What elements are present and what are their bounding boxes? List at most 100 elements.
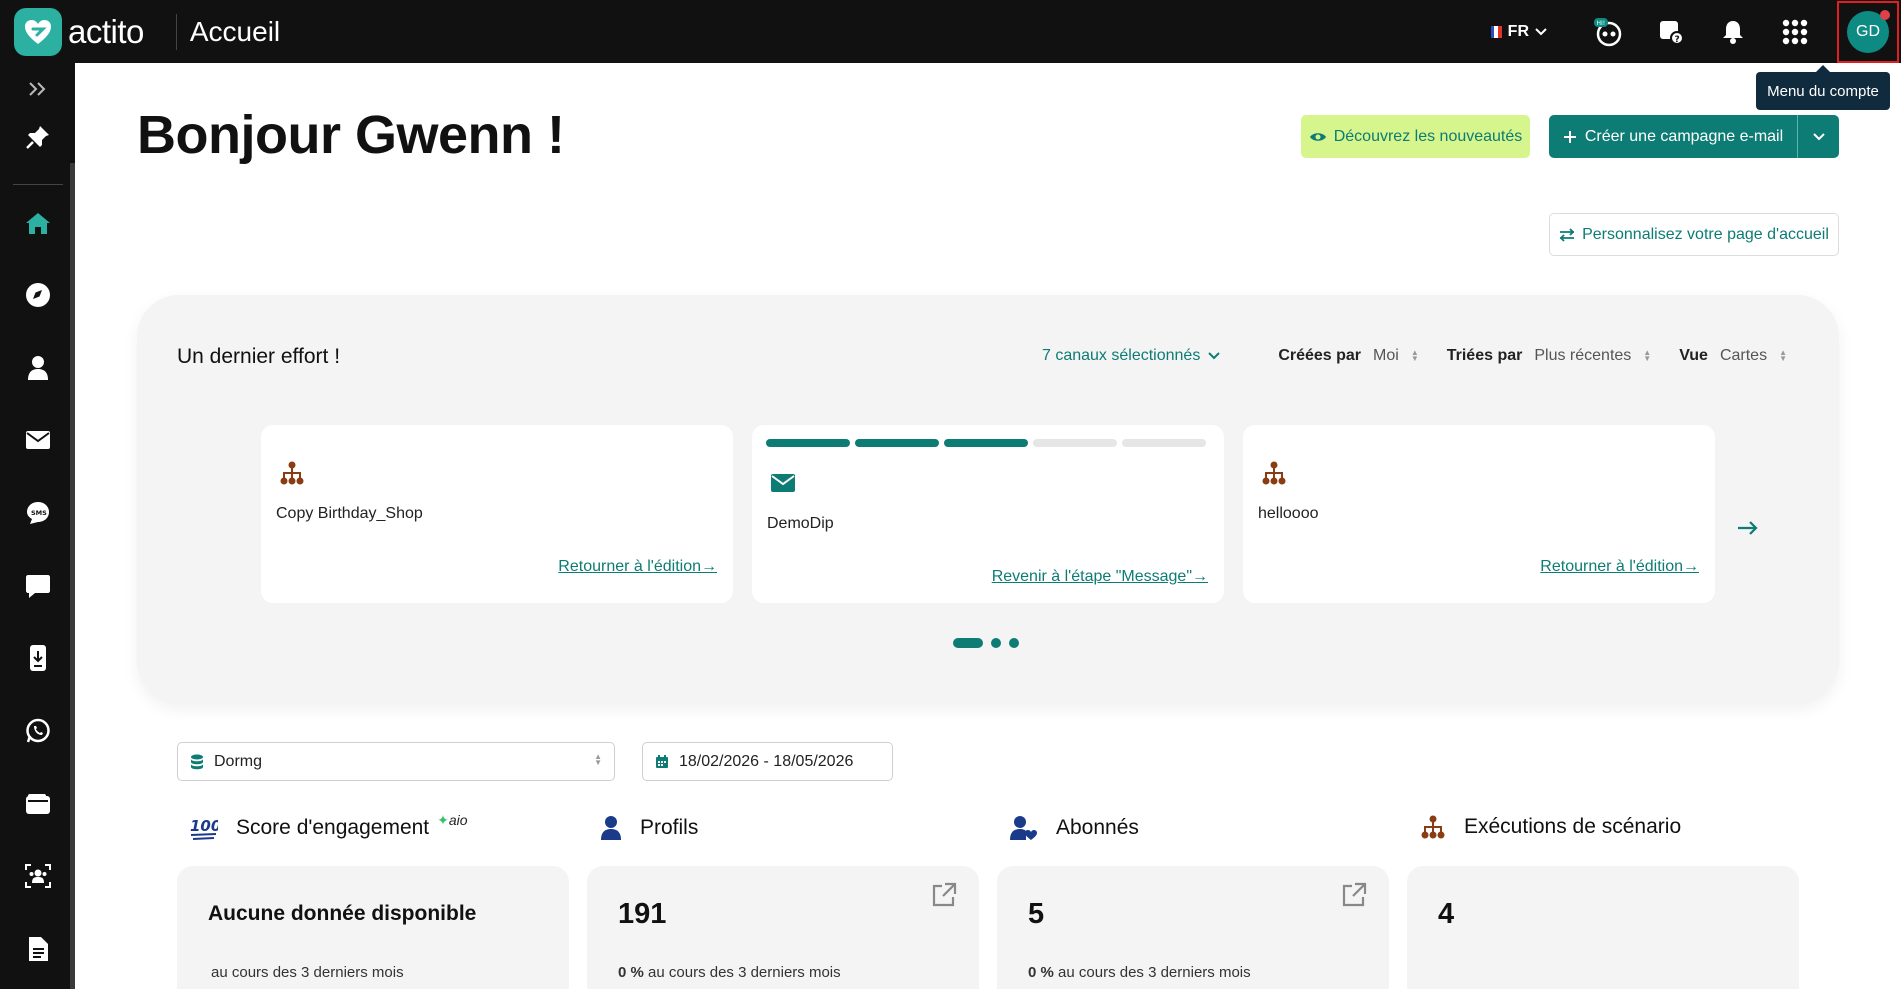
carousel-dot[interactable] bbox=[991, 638, 1001, 648]
effort-card[interactable]: helloooo Retourner à l'édition→ bbox=[1243, 425, 1715, 603]
created-by-label: Créées par bbox=[1278, 347, 1362, 364]
email-icon bbox=[771, 474, 795, 492]
effort-card-name: DemoDip bbox=[767, 515, 834, 532]
whatsapp-icon bbox=[25, 718, 50, 743]
language-label: FR bbox=[1507, 22, 1529, 40]
scenario-icon bbox=[280, 461, 304, 485]
apps-grid-icon[interactable] bbox=[1775, 12, 1815, 52]
scenario-executions-count: 4 bbox=[1438, 898, 1455, 930]
subscribers-title: Abonnés bbox=[1056, 816, 1139, 839]
sidebar-item-mobile-push[interactable] bbox=[0, 634, 75, 682]
arrow-right-icon[interactable] bbox=[1737, 520, 1759, 536]
sidebar-item-sms[interactable]: SMS bbox=[0, 489, 75, 537]
effort-filters: 7 canaux sélectionnés Créées par Moi ▲ ▼ T… bbox=[1042, 347, 1787, 365]
sidebar-item-chat[interactable] bbox=[0, 562, 75, 610]
discover-news-button[interactable]: Découvrez les nouveautés bbox=[1301, 115, 1530, 158]
sidebar-item-audience[interactable] bbox=[0, 852, 75, 900]
sidebar-item-pin[interactable] bbox=[0, 113, 75, 161]
notification-dot bbox=[1880, 9, 1890, 20]
database-select-value: Dormg bbox=[214, 752, 263, 770]
sidebar-separator bbox=[13, 184, 63, 185]
effort-card[interactable]: DemoDip Revenir à l'étape "Message"→ bbox=[752, 425, 1224, 603]
page-title: Accueil bbox=[189, 15, 281, 47]
date-range-value: 18/02/2026 - 18/05/2026 bbox=[679, 752, 854, 770]
person-icon bbox=[601, 816, 621, 840]
sidebar-item-profiles[interactable] bbox=[0, 344, 75, 392]
create-email-campaign-label: Créer une campagne e-mail bbox=[1584, 127, 1784, 145]
svg-text:100: 100 bbox=[190, 817, 218, 835]
chat-bubble-icon bbox=[25, 575, 50, 598]
external-link-icon[interactable] bbox=[931, 882, 957, 908]
carousel-dot-active[interactable] bbox=[953, 638, 983, 648]
channels-filter[interactable]: 7 canaux sélectionnés bbox=[1041, 347, 1221, 365]
eye-icon bbox=[1309, 132, 1326, 141]
sorted-by-filter[interactable]: Triées par Plus récentes ▲ ▼ bbox=[1447, 347, 1651, 365]
engagement-no-data: Aucune donnée disponible bbox=[208, 902, 477, 925]
person-heart-icon bbox=[1010, 816, 1037, 840]
bot-hi-icon[interactable]: HI! bbox=[1589, 12, 1629, 52]
database-select[interactable]: Dormg ▲ ▼ bbox=[177, 742, 615, 781]
sidebar-item-explore[interactable] bbox=[0, 271, 75, 319]
sort-updown-icon: ▲ ▼ bbox=[1410, 348, 1419, 363]
engagement-score-card: Aucune donnée disponible au cours des 3 … bbox=[177, 866, 569, 989]
pin-icon bbox=[25, 126, 49, 149]
scenario-executions-header: Exécutions de scénario bbox=[1420, 815, 1681, 839]
sidebar-item-whatsapp[interactable] bbox=[0, 707, 75, 755]
database-icon bbox=[191, 754, 203, 769]
subscribers-count: 5 bbox=[1028, 898, 1045, 930]
sort-updown-icon: ▲ ▼ bbox=[1643, 348, 1652, 363]
channels-filter-label: 7 canaux sélectionnés bbox=[1041, 347, 1201, 364]
effort-card-link[interactable]: Revenir à l'étape "Message"→ bbox=[992, 568, 1208, 586]
envelope-icon bbox=[25, 431, 50, 449]
progress-step-done bbox=[944, 439, 1028, 447]
bell-icon[interactable] bbox=[1713, 12, 1753, 52]
logo-heart-icon bbox=[14, 7, 62, 56]
sidebar-expand[interactable] bbox=[0, 65, 75, 113]
audience-scan-icon bbox=[24, 864, 51, 888]
help-chat-icon[interactable]: ? bbox=[1651, 12, 1691, 52]
view-value: Cartes bbox=[1719, 347, 1768, 364]
avatar-initials: GD bbox=[1856, 22, 1880, 40]
created-by-filter[interactable]: Créées par Moi ▲ ▼ bbox=[1278, 347, 1418, 365]
logo-text: actito bbox=[68, 12, 144, 50]
compass-icon bbox=[25, 283, 50, 307]
calendar-icon bbox=[656, 755, 668, 768]
view-filter[interactable]: Vue Cartes ▲ ▼ bbox=[1679, 347, 1787, 365]
external-link-icon[interactable] bbox=[1341, 882, 1367, 908]
carousel-dot[interactable] bbox=[1009, 638, 1019, 648]
subscribers-trend: 0 % au cours des 3 derniers mois bbox=[1028, 964, 1251, 981]
engagement-score-title: Score d'engagement bbox=[236, 816, 430, 839]
sidebar-item-home[interactable] bbox=[0, 199, 75, 247]
carousel-pagination bbox=[953, 638, 1019, 648]
effort-card-link[interactable]: Retourner à l'édition→ bbox=[558, 558, 717, 576]
effort-card-name: Copy Birthday_Shop bbox=[276, 505, 423, 522]
create-email-campaign-button[interactable]: Créer une campagne e-mail bbox=[1549, 115, 1839, 158]
document-icon bbox=[28, 937, 48, 961]
effort-card-link[interactable]: Retourner à l'édition→ bbox=[1540, 558, 1699, 576]
language-selector[interactable]: FR bbox=[1490, 22, 1547, 41]
effort-card[interactable]: Copy Birthday_Shop Retourner à l'édition… bbox=[261, 425, 733, 603]
subscribers-trend-period: au cours des 3 derniers mois bbox=[1058, 964, 1251, 981]
customize-homepage-button[interactable]: Personnalisez votre page d'accueil bbox=[1549, 213, 1839, 256]
wallet-icon bbox=[25, 794, 50, 814]
account-menu-button[interactable]: GD bbox=[1837, 0, 1899, 63]
sidebar-item-documents[interactable] bbox=[0, 925, 75, 973]
date-range-picker[interactable]: 18/02/2026 - 18/05/2026 bbox=[642, 742, 893, 781]
sidebar-item-email[interactable] bbox=[0, 416, 75, 464]
create-email-campaign-main[interactable]: Créer une campagne e-mail bbox=[1549, 115, 1797, 158]
profiles-trend-period: au cours des 3 derniers mois bbox=[648, 964, 841, 981]
sliders-icon bbox=[1559, 227, 1575, 242]
profiles-header: Profils bbox=[600, 815, 698, 841]
actito-logo[interactable]: actito bbox=[14, 7, 144, 56]
effort-card-name: helloooo bbox=[1258, 505, 1319, 522]
account-menu-tooltip: Menu du compte bbox=[1756, 65, 1890, 110]
create-campaign-dropdown[interactable] bbox=[1797, 115, 1839, 158]
view-label: Vue bbox=[1679, 347, 1708, 364]
plus-icon bbox=[1563, 130, 1576, 143]
chevron-down-icon bbox=[1535, 27, 1547, 35]
sidebar-item-wallet[interactable] bbox=[0, 780, 75, 828]
chevron-down-icon bbox=[1812, 132, 1825, 140]
top-bar: actito Accueil FR HI! ? GD bbox=[0, 0, 1901, 63]
profiles-trend-pct: 0 % bbox=[618, 964, 644, 981]
chevron-down-icon bbox=[1208, 352, 1221, 360]
